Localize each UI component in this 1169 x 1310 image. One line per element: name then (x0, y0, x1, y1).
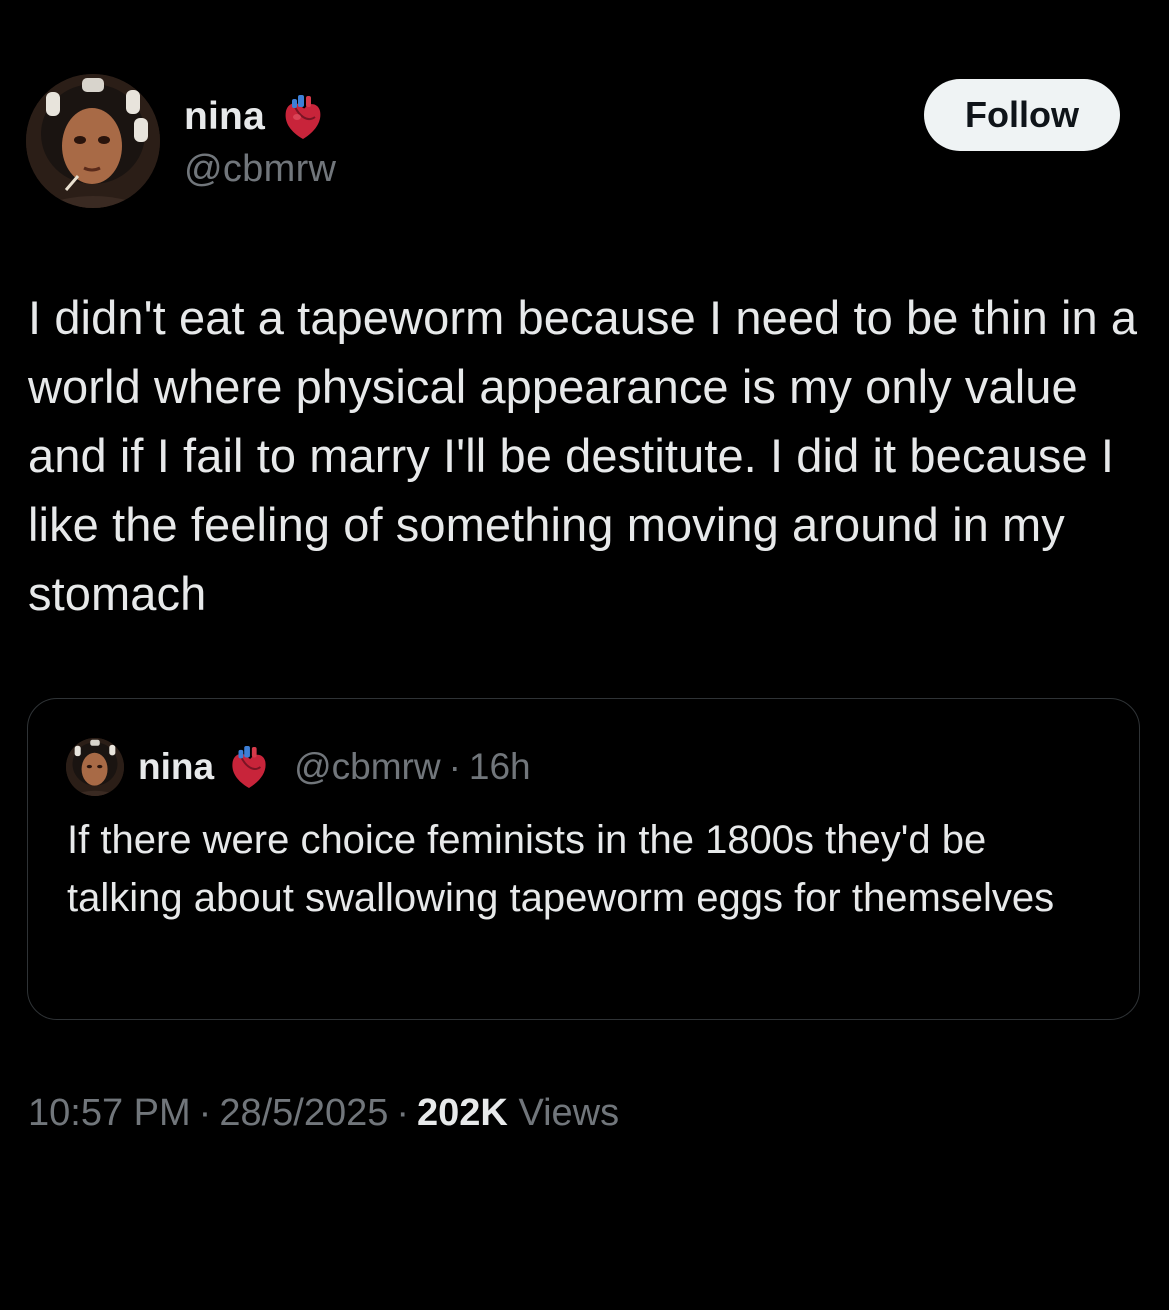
quoted-separator: · (448, 746, 461, 787)
display-name-row: nina (184, 90, 336, 144)
quoted-timestamp: 16h (468, 746, 531, 787)
tweet-meta: 10:57 PM · 28/5/2025 · 202K Views (28, 1092, 619, 1135)
tweet-time[interactable]: 10:57 PM (28, 1092, 191, 1134)
quoted-tweet-text: If there were choice feminists in the 18… (67, 818, 1055, 920)
meta-separator: · (396, 1092, 410, 1134)
tweet-header: nina @cbmrw Follow (26, 74, 1146, 214)
tweet: nina @cbmrw Follow I didn't eat a tapewo… (0, 0, 1169, 1310)
avatar-image (26, 74, 160, 208)
quoted-handle: @cbmrw (294, 746, 441, 787)
quoted-tweet-header: nina @cbmrw · 16h (66, 737, 531, 797)
tweet-date[interactable]: 28/5/2025 (219, 1092, 388, 1134)
anatomical-heart-icon (281, 93, 325, 141)
meta-separator: · (198, 1092, 212, 1134)
avatar[interactable] (26, 74, 160, 208)
quoted-tweet-card[interactable]: nina @cbmrw · 16h If there were choice f… (27, 698, 1140, 1020)
handle[interactable]: @cbmrw (184, 148, 336, 191)
author-info: nina @cbmrw (184, 90, 336, 191)
quoted-display-name: nina (138, 746, 215, 787)
tweet-text: I didn't eat a tapeworm because I need t… (28, 291, 1138, 620)
anatomical-heart-icon (228, 744, 270, 790)
follow-button[interactable]: Follow (924, 79, 1120, 151)
views-count[interactable]: 202K (417, 1092, 508, 1134)
display-name[interactable]: nina (184, 95, 265, 139)
quoted-avatar (66, 738, 124, 796)
views-label: Views (518, 1092, 620, 1134)
